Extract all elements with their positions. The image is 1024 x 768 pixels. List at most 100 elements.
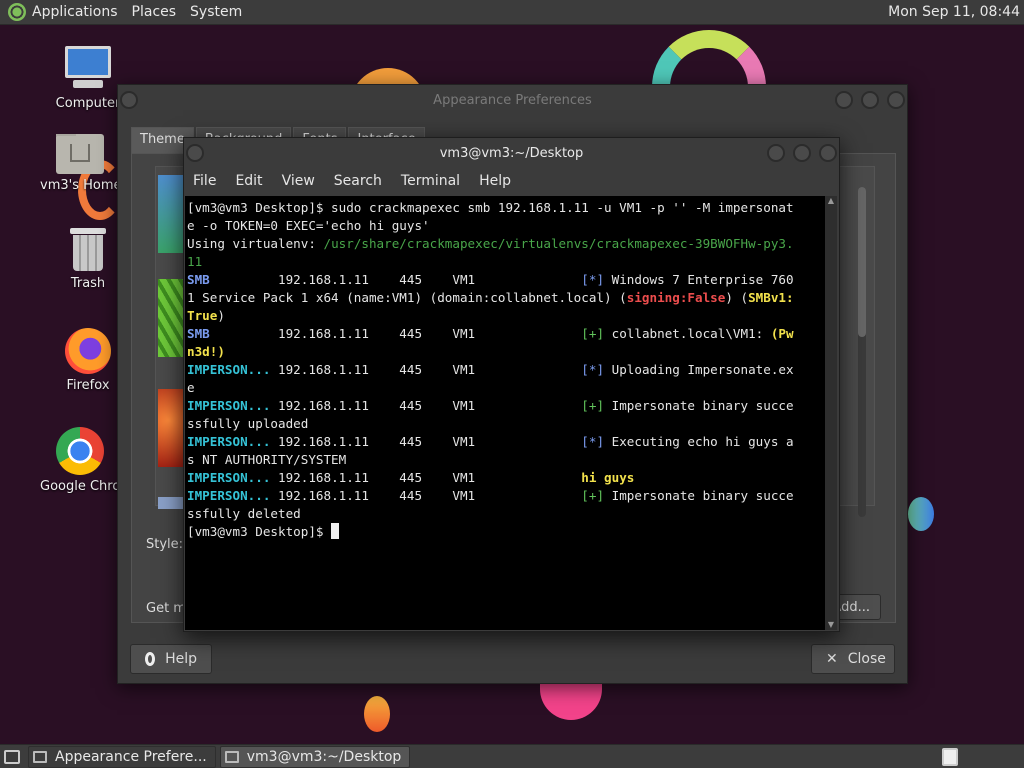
help-lifebuoy-icon xyxy=(145,652,156,666)
terminal-line: Executing echo hi guys a xyxy=(604,434,794,449)
menu-places[interactable]: Places xyxy=(132,4,177,20)
virtualenv-path: /usr/share/crackmapexec/virtualenvs/crac… xyxy=(323,236,794,251)
text-cursor xyxy=(331,523,340,539)
smbv1-status: True xyxy=(187,308,218,323)
applications-logo-icon[interactable] xyxy=(8,3,26,21)
virtualenv-path: 11 xyxy=(187,254,203,269)
minimize-button[interactable] xyxy=(767,144,785,162)
desktop-icon-chrome[interactable]: Google Chrome xyxy=(40,427,120,494)
task-label: Appearance Prefere... xyxy=(55,748,207,765)
theme-list-scrollbar[interactable] xyxy=(858,187,866,517)
terminal-line: ssfully uploaded xyxy=(187,416,309,431)
scroll-down-arrow-icon[interactable]: ▼ xyxy=(826,620,836,630)
wallpaper-blue-blob xyxy=(908,497,934,531)
terminal-line: Using virtualenv: xyxy=(187,236,324,251)
top-panel: Applications Places System Mon Sep 11, 0… xyxy=(0,0,1024,25)
desktop-icon-label: vm3's Home xyxy=(40,178,120,193)
terminal-line: e -o TOKEN=0 EXEC='echo hi guys' xyxy=(187,218,430,233)
menu-applications[interactable]: Applications xyxy=(32,4,118,20)
terminal-output[interactable]: [vm3@vm3 Desktop]$ sudo crackmapexec smb… xyxy=(185,196,826,630)
protocol-label: SMB xyxy=(187,272,210,287)
terminal-title: vm3@vm3:~/Desktop xyxy=(439,145,584,161)
pwned-status: (Pw xyxy=(770,326,794,341)
trash-icon xyxy=(70,228,106,272)
terminal-titlebar[interactable]: vm3@vm3:~/Desktop xyxy=(184,138,839,168)
protocol-label: IMPERSON... xyxy=(187,362,271,377)
appearance-title: Appearance Preferences xyxy=(433,92,592,108)
window-close-button[interactable] xyxy=(887,91,905,109)
terminal-line: 192.168.1.11 445 VM1 xyxy=(270,398,582,413)
menu-edit[interactable]: Edit xyxy=(235,173,262,189)
protocol-label: IMPERSON... xyxy=(187,434,271,449)
signing-status: signing:False xyxy=(626,290,726,305)
terminal-line: Impersonate binary succe xyxy=(604,488,794,503)
terminal-line: 192.168.1.11 445 VM1 xyxy=(270,362,582,377)
workspace-switcher-icon[interactable] xyxy=(942,748,958,766)
terminal-icon xyxy=(224,750,239,763)
theme-thumbnail[interactable] xyxy=(158,389,184,467)
firefox-icon xyxy=(65,328,111,374)
protocol-label: SMB xyxy=(187,326,210,341)
help-button-label: Help xyxy=(165,651,197,667)
theme-thumbnail[interactable] xyxy=(158,279,184,357)
terminal-line: s NT AUTHORITY/SYSTEM xyxy=(187,452,347,467)
desktop-icon-home[interactable]: vm3's Home xyxy=(40,134,120,193)
close-button-label: Close xyxy=(847,651,886,667)
maximize-button[interactable] xyxy=(861,91,879,109)
menu-view[interactable]: View xyxy=(282,173,315,189)
show-desktop-icon[interactable] xyxy=(4,749,20,764)
minimize-button[interactable] xyxy=(835,91,853,109)
task-appearance[interactable]: Appearance Prefere... xyxy=(28,745,216,768)
pwned-status: n3d!) xyxy=(187,344,225,359)
theme-thumbnail[interactable] xyxy=(158,497,184,509)
desktop-icon-label: Google Chrome xyxy=(40,479,120,494)
task-terminal[interactable]: vm3@vm3:~/Desktop xyxy=(219,745,411,768)
terminal-line: 192.168.1.11 445 VM1 xyxy=(270,470,582,485)
window-menu-button[interactable] xyxy=(120,91,138,109)
menu-search[interactable]: Search xyxy=(334,173,382,189)
terminal-line: ) ( xyxy=(725,290,749,305)
theme-thumbnail[interactable] xyxy=(158,175,184,253)
scroll-up-arrow-icon[interactable]: ▲ xyxy=(826,196,836,206)
computer-icon xyxy=(63,46,113,92)
task-label: vm3@vm3:~/Desktop xyxy=(246,748,402,765)
terminal-line: ssfully deleted xyxy=(187,506,301,521)
style-label: Style: xyxy=(146,537,184,552)
maximize-button[interactable] xyxy=(793,144,811,162)
close-button[interactable]: ✕ Close xyxy=(811,644,895,674)
terminal-window: vm3@vm3:~/Desktop File Edit View Search … xyxy=(183,137,840,632)
protocol-label: IMPERSON... xyxy=(187,488,271,503)
status-tag: [+] xyxy=(581,398,605,413)
menu-system[interactable]: System xyxy=(190,4,242,20)
appearance-titlebar[interactable]: Appearance Preferences xyxy=(118,85,907,115)
terminal-line: 192.168.1.11 445 VM1 xyxy=(209,272,582,287)
status-tag: [+] xyxy=(581,326,605,341)
status-tag: [+] xyxy=(581,488,605,503)
terminal-line: 192.168.1.11 445 VM1 xyxy=(270,488,582,503)
shell-prompt: [vm3@vm3 Desktop]$ xyxy=(187,524,332,539)
help-button[interactable]: Help xyxy=(130,644,212,674)
status-tag: [*] xyxy=(581,272,605,287)
terminal-line: ) xyxy=(217,308,225,323)
terminal-line: 192.168.1.11 445 VM1 xyxy=(209,326,582,341)
window-menu-button[interactable] xyxy=(186,144,204,162)
menu-help[interactable]: Help xyxy=(479,173,511,189)
close-icon: ✕ xyxy=(826,651,838,667)
command-output: hi guys xyxy=(581,470,635,485)
terminal-line: Impersonate binary succe xyxy=(604,398,794,413)
terminal-menubar: File Edit View Search Terminal Help xyxy=(184,168,839,194)
terminal-line: e xyxy=(187,380,195,395)
terminal-line: collabnet.local\VM1: xyxy=(604,326,771,341)
wallpaper-orange-dot xyxy=(364,696,390,732)
status-tag: [*] xyxy=(581,362,605,377)
menu-file[interactable]: File xyxy=(193,173,216,189)
terminal-line: [vm3@vm3 Desktop]$ sudo crackmapexec smb… xyxy=(187,200,794,215)
window-close-button[interactable] xyxy=(819,144,837,162)
protocol-label: IMPERSON... xyxy=(187,470,271,485)
menu-terminal[interactable]: Terminal xyxy=(401,173,460,189)
panel-clock[interactable]: Mon Sep 11, 08:44 xyxy=(888,4,1020,20)
terminal-scrollbar[interactable]: ▲ ▼ xyxy=(825,196,837,630)
terminal-line: Windows 7 Enterprise 760 xyxy=(604,272,794,287)
terminal-line: Uploading Impersonate.ex xyxy=(604,362,794,377)
chrome-icon xyxy=(56,427,104,475)
